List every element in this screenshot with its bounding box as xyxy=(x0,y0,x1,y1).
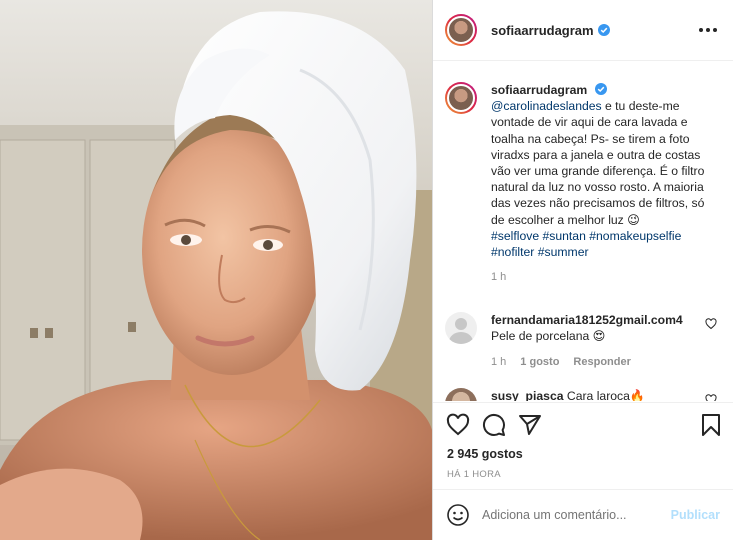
share-icon[interactable] xyxy=(518,413,542,437)
comment-meta: 1 h 1 gosto Responder xyxy=(491,356,691,368)
caption-meta: 1 h xyxy=(491,271,721,283)
caption-time[interactable]: 1 h xyxy=(491,271,506,283)
comments-list[interactable]: sofiaarrudagram @carolinadeslandes e tu … xyxy=(433,62,733,401)
likes-count[interactable]: 2 945 gostos xyxy=(447,447,523,461)
caption-text: sofiaarrudagram @carolinadeslandes e tu … xyxy=(491,82,721,260)
caption-body: e tu deste-me vontade de vir aqui de car… xyxy=(491,99,705,227)
comment-username[interactable]: susy_piasca xyxy=(491,389,564,401)
author-username[interactable]: sofiaarrudagram xyxy=(491,23,594,38)
more-options-icon[interactable] xyxy=(695,22,721,38)
comment-likes[interactable]: 1 gosto xyxy=(520,356,559,368)
caption-mention[interactable]: @carolinadeslandes xyxy=(491,99,602,113)
post-header: sofiaarrudagram xyxy=(433,0,733,61)
comment-username[interactable]: fernandamaria181252gmail.com4 xyxy=(491,313,683,327)
instagram-post: sofiaarrudagram sofiaarrudagram @carolin… xyxy=(0,0,733,540)
author-avatar[interactable] xyxy=(445,14,477,46)
comment-text: susy_piasca Cara laroca🔥 xyxy=(491,388,691,401)
comment-body: Cara laroca🔥 xyxy=(566,388,646,401)
comment-item: susy_piasca Cara laroca🔥 xyxy=(445,387,719,401)
comment-time[interactable]: 1 h xyxy=(491,356,506,368)
verified-badge-icon xyxy=(594,83,607,95)
selfie-illustration xyxy=(0,0,432,540)
comment-body: Pele de porcelana 😍 xyxy=(491,329,606,344)
add-comment-bar: Publicar xyxy=(433,489,733,540)
post-photo[interactable] xyxy=(0,0,432,540)
post-timestamp[interactable]: HÁ 1 HORA xyxy=(447,469,501,480)
action-bar xyxy=(433,402,733,447)
comment-like-heart-icon[interactable] xyxy=(705,393,717,401)
caption: sofiaarrudagram @carolinadeslandes e tu … xyxy=(445,82,719,283)
comment-like-heart-icon[interactable] xyxy=(705,318,717,330)
comment-icon[interactable] xyxy=(482,413,506,437)
comment-text: fernandamaria181252gmail.com4 Pele de po… xyxy=(491,312,691,344)
heart-icon[interactable] xyxy=(446,413,470,437)
publish-button[interactable]: Publicar xyxy=(671,508,720,522)
caption-avatar[interactable] xyxy=(445,82,477,114)
reply-button[interactable]: Responder xyxy=(573,356,630,368)
emoji-icon[interactable] xyxy=(446,503,470,527)
caption-hashtags[interactable]: #selflove #suntan #nomakeupselfie #nofil… xyxy=(491,229,681,259)
post-side-panel: sofiaarrudagram sofiaarrudagram @carolin… xyxy=(432,0,733,540)
bookmark-icon[interactable] xyxy=(699,413,723,437)
comment-input[interactable] xyxy=(482,508,671,522)
caption-username[interactable]: sofiaarrudagram xyxy=(491,83,587,97)
comment-item: fernandamaria181252gmail.com4 Pele de po… xyxy=(445,312,719,368)
commenter-avatar[interactable] xyxy=(445,312,477,345)
commenter-avatar[interactable] xyxy=(445,387,477,401)
verified-badge-icon xyxy=(597,24,610,36)
